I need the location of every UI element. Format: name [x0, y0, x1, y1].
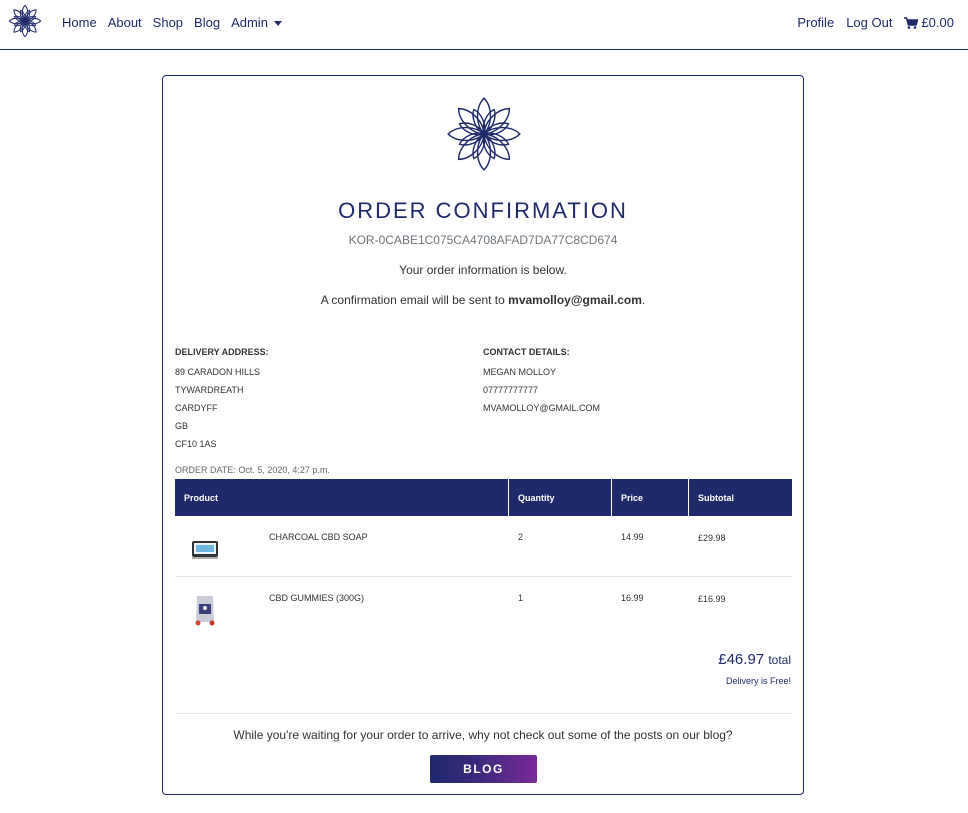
confirmation-email-line: A confirmation email will be sent to mva… — [163, 293, 803, 307]
contact-details: CONTACT DETAILS: MEGAN MOLLOY 0777777777… — [483, 343, 600, 417]
cart-button[interactable]: £0.00 — [904, 15, 954, 30]
navbar: Home About Shop Blog Admin Profile Log O… — [0, 0, 968, 50]
delivery-address-line: 89 CARADON HILLS — [175, 367, 261, 377]
delivery-address-line: CARDYFF — [175, 403, 218, 413]
column-header-subtotal: Subtotal — [698, 492, 734, 503]
blog-button[interactable]: BLOG — [430, 755, 537, 783]
delivery-note: Delivery is Free! — [725, 676, 791, 686]
nav-link-shop[interactable]: Shop — [153, 15, 183, 30]
delivery-address-line: GB — [175, 421, 189, 431]
order-total: £46.97 total — [718, 651, 791, 668]
nav-admin-dropdown[interactable]: Admin — [231, 15, 282, 30]
delivery-address-line: TYWARDREATH — [175, 385, 244, 395]
nav-right: Profile Log Out £0.00 — [785, 15, 954, 30]
table-header: Product Quantity Price Subtotal — [175, 479, 792, 516]
product-subtotal: £16.99 — [698, 594, 726, 604]
nav-link-home[interactable]: Home — [62, 15, 97, 30]
product-price: 14.99 — [621, 532, 644, 542]
column-header-price: Price — [612, 479, 689, 516]
order-info-line: Your order information is below. — [399, 263, 567, 277]
email-prefix: A confirmation email will be sent to — [320, 293, 509, 307]
order-items-table: Product Quantity Price Subtotal CHARCOAL… — [175, 479, 792, 638]
admin-label: Admin — [231, 15, 268, 30]
cart-icon — [904, 16, 919, 29]
contact-details-heading: CONTACT DETAILS: — [483, 347, 570, 357]
order-date: ORDER DATE: Oct. 5, 2020, 4:27 p.m. — [175, 465, 330, 475]
product-name: CBD GUMMIES (300G) — [269, 593, 365, 603]
contact-details-line: MVAMOLLOY@GMAIL.COM — [483, 403, 600, 413]
page-title: ORDER CONFIRMATION — [338, 198, 628, 223]
divider — [175, 713, 792, 714]
cbd-gummies-product-image — [195, 596, 215, 626]
cart-total: £0.00 — [921, 15, 954, 30]
order-total-label: total — [768, 653, 791, 667]
table-row: CHARCOAL CBD SOAP 2 14.99 £29.98 — [175, 516, 792, 577]
column-header-product: Product — [175, 479, 509, 516]
order-number: KOR-0CABE1C075CA4708AFAD7DA77C8CD674 — [348, 233, 618, 247]
product-price: 16.99 — [621, 593, 644, 603]
lotus-logo-icon[interactable] — [8, 4, 42, 38]
nav-link-blog[interactable]: Blog — [194, 15, 220, 30]
email-suffix: . — [641, 293, 646, 307]
lotus-logo-icon — [447, 97, 521, 171]
caret-down-icon — [273, 21, 282, 27]
customer-email: mvamolloy@gmail.com — [508, 293, 642, 307]
order-total-amount: £46.97 — [718, 651, 765, 668]
delivery-address-line: CF10 1AS — [175, 439, 217, 449]
nav-link-about[interactable]: About — [108, 15, 142, 30]
column-header-quantity: Quantity — [509, 479, 612, 516]
contact-details-line: 07777777777 — [483, 385, 539, 395]
nav-link-profile[interactable]: Profile — [797, 15, 834, 30]
order-confirmation-card: ORDER CONFIRMATION KOR-0CABE1C075CA4708A… — [162, 75, 804, 795]
product-subtotal: £29.98 — [698, 533, 726, 543]
contact-details-line: MEGAN MOLLOY — [483, 367, 557, 377]
table-row: CBD GUMMIES (300G) 1 16.99 £16.99 — [175, 577, 792, 638]
nav-link-logout[interactable]: Log Out — [846, 15, 892, 30]
product-quantity: 2 — [518, 532, 524, 542]
product-quantity: 1 — [518, 593, 524, 603]
product-name: CHARCOAL CBD SOAP — [269, 532, 368, 542]
delivery-address: DELIVERY ADDRESS: 89 CARADON HILLS TYWAR… — [175, 343, 269, 453]
nav-left: Home About Shop Blog Admin — [62, 15, 293, 30]
delivery-address-heading: DELIVERY ADDRESS: — [175, 347, 269, 357]
blog-prompt: While you're waiting for your order to a… — [233, 728, 733, 742]
charcoal-soap-product-image — [192, 541, 218, 559]
